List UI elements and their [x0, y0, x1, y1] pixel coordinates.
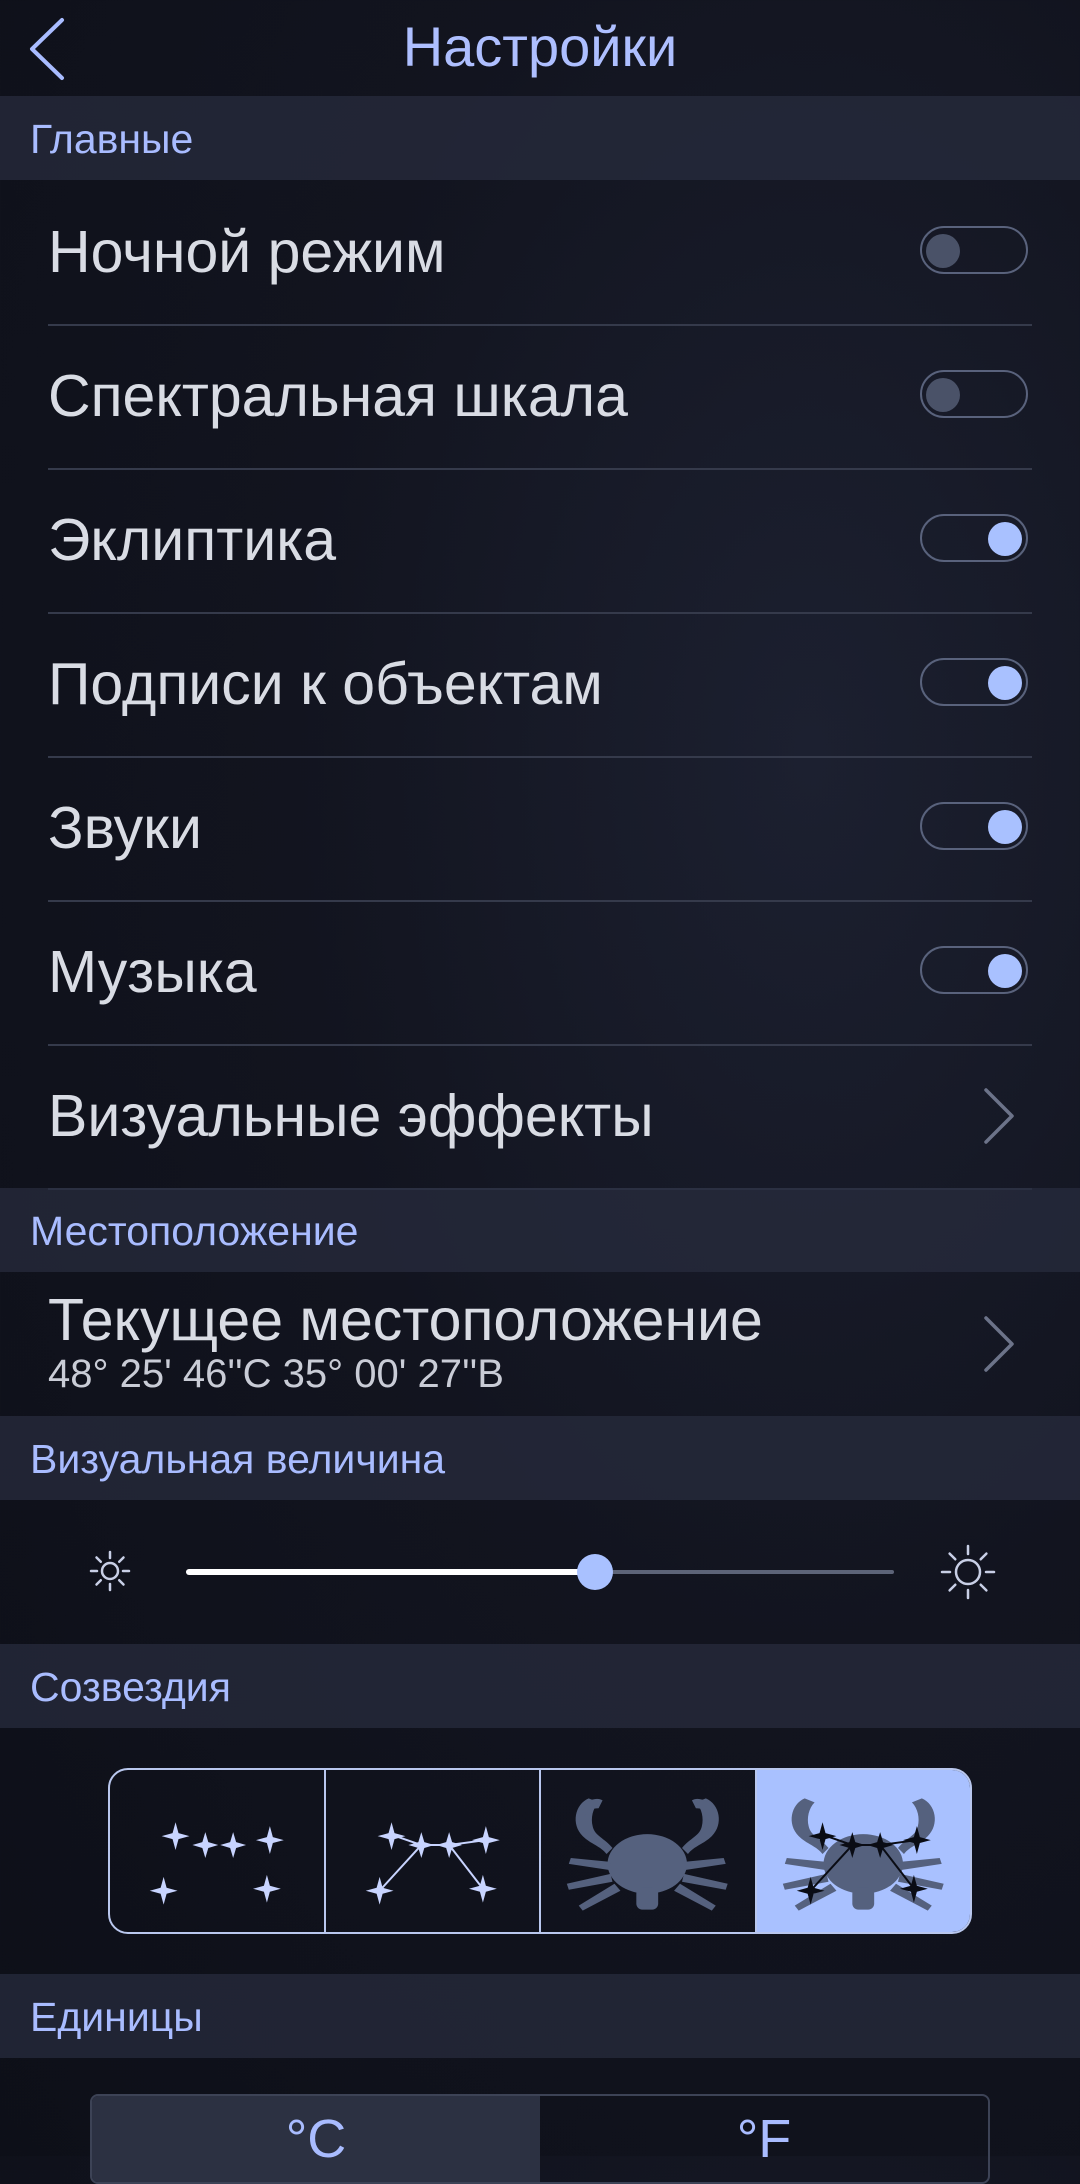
constellation-style-selector: [108, 1768, 972, 1934]
toggle-knob: [988, 522, 1022, 556]
slider-thumb[interactable]: [576, 1554, 613, 1590]
location-coordinates: 48° 25' 46''С 35° 00' 27''В: [48, 1352, 504, 1396]
row-label: Эклиптика: [48, 507, 337, 573]
constellation-option-lines[interactable]: [326, 1770, 541, 1932]
crab-figure-icon: [566, 1798, 728, 1911]
row-sounds: Звуки: [48, 756, 1032, 902]
sounds-toggle[interactable]: [920, 802, 1028, 850]
section-header-constellations: Созвездия: [0, 1644, 1080, 1728]
toggle-knob: [926, 234, 960, 268]
row-label: Подписи к объектам: [48, 651, 603, 717]
spectral-scale-toggle[interactable]: [920, 370, 1028, 418]
toggle-knob: [988, 954, 1022, 988]
ecliptic-toggle[interactable]: [920, 514, 1028, 562]
object-labels-toggle[interactable]: [920, 658, 1028, 706]
section-title: Созвездия: [30, 1664, 231, 1710]
magnitude-slider[interactable]: [186, 1554, 894, 1590]
section-header-main: Главные: [0, 96, 1080, 180]
chevron-right-icon: [984, 1316, 1014, 1372]
unit-celsius[interactable]: °C: [92, 2096, 540, 2182]
toggle-knob: [988, 666, 1022, 700]
section-title: Главные: [30, 116, 194, 162]
section-header-magnitude: Визуальная величина: [0, 1416, 1080, 1500]
sun-large-icon: [940, 1544, 996, 1600]
unit-fahrenheit[interactable]: °F: [540, 2096, 988, 2182]
row-label: Спектральная шкала: [48, 363, 628, 429]
top-bar: Настройки: [0, 0, 1080, 96]
chevron-right-icon: [984, 1088, 1014, 1144]
row-object-labels: Подписи к объектам: [48, 612, 1032, 758]
page-title: Настройки: [402, 15, 678, 78]
row-label: Звуки: [48, 795, 202, 861]
section-header-units: Единицы: [0, 1974, 1080, 2058]
stars-with-lines-icon: [365, 1822, 500, 1905]
sun-small-icon: [89, 1550, 131, 1592]
row-current-location[interactable]: Текущее местоположение 48° 25' 46''С 35°…: [48, 1272, 1032, 1416]
magnitude-slider-area: [0, 1500, 1080, 1645]
toggle-knob: [926, 378, 960, 412]
night-mode-toggle[interactable]: [920, 226, 1028, 274]
row-label: Визуальные эффекты: [48, 1083, 654, 1149]
slider-fill: [186, 1569, 595, 1575]
section-title: Визуальная величина: [30, 1436, 446, 1482]
location-title: Текущее местоположение: [48, 1287, 763, 1353]
row-night-mode: Ночной режим: [48, 180, 1032, 326]
units-selector: °C °F: [90, 2094, 990, 2184]
crab-figure-with-stars-icon: [782, 1798, 944, 1911]
toggle-knob: [988, 810, 1022, 844]
stars-only-icon: [149, 1822, 284, 1905]
row-visual-effects[interactable]: Визуальные эффекты: [48, 1044, 1032, 1190]
section-title: Единицы: [30, 1994, 203, 2040]
constellation-option-stars[interactable]: [110, 1770, 326, 1932]
row-ecliptic: Эклиптика: [48, 468, 1032, 614]
row-label: Ночной режим: [48, 219, 446, 285]
constellation-option-figure[interactable]: [541, 1770, 757, 1932]
row-spectral-scale: Спектральная шкала: [48, 324, 1032, 470]
music-toggle[interactable]: [920, 946, 1028, 994]
row-label: Музыка: [48, 939, 257, 1005]
section-title: Местоположение: [30, 1208, 359, 1254]
constellation-option-figure-stars[interactable]: [756, 1770, 970, 1932]
row-music: Музыка: [48, 900, 1032, 1046]
section-header-location: Местоположение: [0, 1188, 1080, 1272]
